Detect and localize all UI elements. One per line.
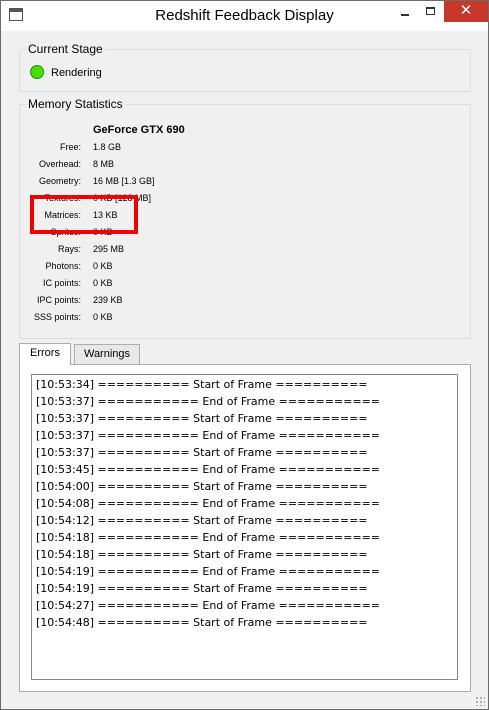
- stat-value: 1.8 GB: [93, 142, 122, 152]
- redshift-feedback-window: Redshift Feedback Display ✕ Current Stag…: [0, 0, 489, 710]
- stat-label: Photons:: [45, 261, 81, 271]
- log-line: [10:53:37] =========== End of Frame ====…: [36, 429, 381, 442]
- gpu-name: GeForce GTX 690: [93, 124, 185, 136]
- stat-value: 295 MB: [93, 244, 125, 254]
- stat-label: IC points:: [42, 278, 81, 288]
- tab-errors-label: Errors: [30, 347, 60, 359]
- title-bar[interactable]: Redshift Feedback Display ✕: [1, 1, 488, 31]
- log-line: [10:53:37] ========== Start of Frame ===…: [36, 446, 368, 459]
- log-line: [10:54:00] ========== Start of Frame ===…: [36, 480, 368, 493]
- stat-value: 8 MB: [93, 159, 115, 169]
- log-line: [10:53:37] =========== End of Frame ====…: [36, 395, 381, 408]
- tab-warnings[interactable]: Warnings: [74, 344, 140, 364]
- close-button[interactable]: ✕: [444, 1, 488, 22]
- status-indicator-icon: [30, 65, 44, 79]
- stat-label: Geometry:: [38, 176, 81, 186]
- log-line: [10:54:19] ========== Start of Frame ===…: [36, 582, 368, 595]
- memory-statistics-title: Memory Statistics: [26, 97, 125, 111]
- stat-label: SSS points:: [33, 312, 81, 322]
- stat-value: 0 KB: [93, 261, 113, 271]
- minimize-button[interactable]: [392, 1, 418, 22]
- tab-warnings-label: Warnings: [83, 348, 131, 360]
- error-log-list[interactable]: [10:53:34] ========== Start of Frame ===…: [31, 374, 458, 680]
- annotation-highlight-box: [30, 195, 138, 234]
- log-line: [10:53:34] ========== Start of Frame ===…: [36, 378, 368, 391]
- status-label: Rendering: [51, 67, 102, 79]
- stat-value: 0 KB: [93, 278, 113, 288]
- stat-label: Overhead:: [38, 159, 81, 169]
- log-line: [10:53:37] ========== Start of Frame ===…: [36, 412, 368, 425]
- log-line: [10:54:18] ========== Start of Frame ===…: [36, 548, 368, 561]
- stat-value: 16 MB [1.3 GB]: [93, 176, 155, 186]
- resize-grip-icon[interactable]: [475, 696, 485, 706]
- minimize-icon: [401, 14, 409, 16]
- maximize-icon: [426, 7, 435, 15]
- stat-value: 239 KB: [93, 295, 123, 305]
- current-stage-title: Current Stage: [26, 42, 105, 56]
- log-line: [10:54:08] =========== End of Frame ====…: [36, 497, 381, 510]
- log-line: [10:54:27] =========== End of Frame ====…: [36, 599, 381, 612]
- stat-label: Rays:: [57, 244, 81, 254]
- stat-label: IPC points:: [36, 295, 81, 305]
- maximize-button[interactable]: [418, 1, 444, 22]
- log-line: [10:54:48] ========== Start of Frame ===…: [36, 616, 368, 629]
- log-line: [10:54:12] ========== Start of Frame ===…: [36, 514, 368, 527]
- log-line: [10:54:18] =========== End of Frame ====…: [36, 531, 381, 544]
- stat-value: 0 KB: [93, 312, 113, 322]
- close-icon: ✕: [459, 2, 473, 19]
- log-line: [10:53:45] =========== End of Frame ====…: [36, 463, 381, 476]
- tab-errors[interactable]: Errors: [19, 343, 71, 365]
- log-line: [10:54:19] =========== End of Frame ====…: [36, 565, 381, 578]
- stat-label: Free:: [59, 142, 81, 152]
